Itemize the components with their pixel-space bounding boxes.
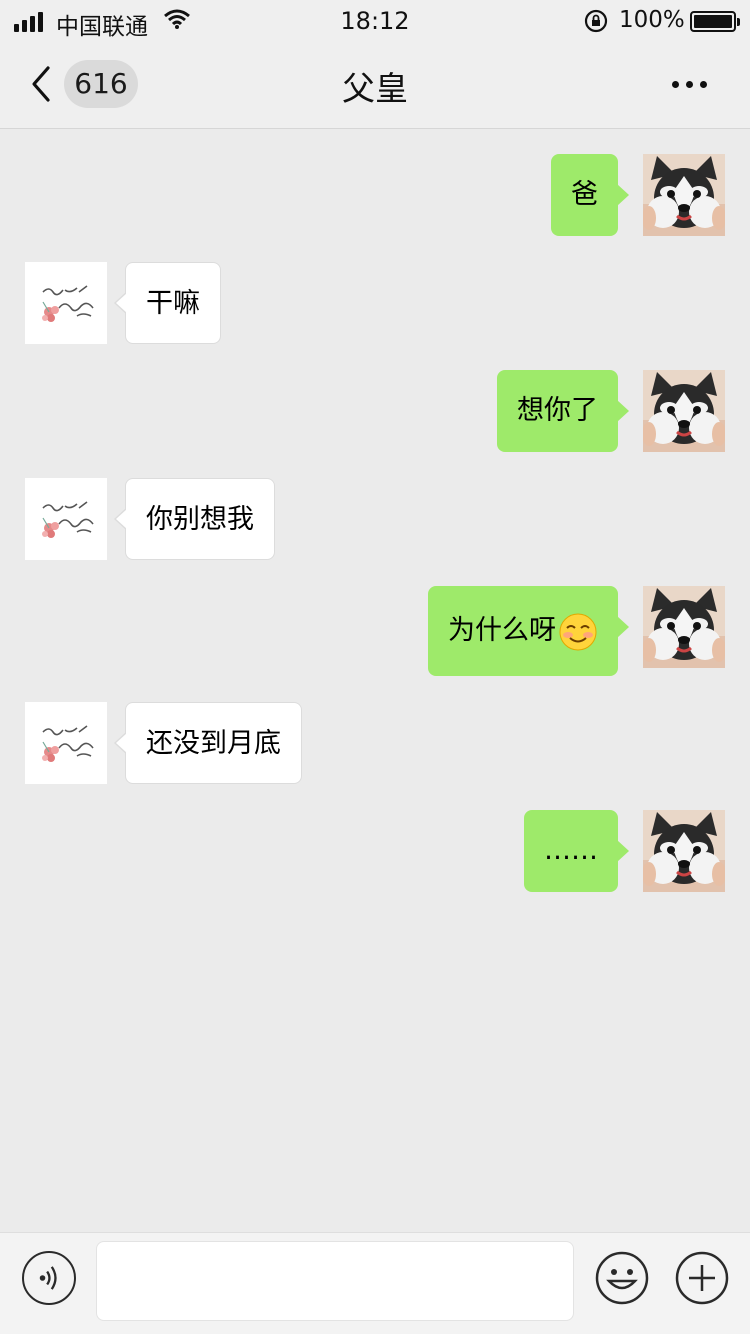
message-text: 还没到月底 <box>146 728 281 759</box>
emoji-picker-icon[interactable] <box>595 1251 649 1305</box>
message-bubble-sent[interactable]: 爸 <box>551 154 629 236</box>
message-text: 你别想我 <box>146 504 254 535</box>
message-text: 为什么呀 <box>448 615 556 646</box>
my-avatar[interactable] <box>643 370 725 452</box>
message-bubble-received[interactable]: 干嘛 <box>114 262 221 344</box>
battery-percentage: 100% <box>619 7 685 33</box>
message-bubble-received[interactable]: 你别想我 <box>114 478 275 560</box>
chat-title: 父皇 <box>342 69 408 108</box>
message-row: 你别想我 <box>0 478 750 560</box>
message-input[interactable] <box>97 1242 573 1320</box>
message-text: 想你了 <box>517 395 598 426</box>
message-row: 还没到月底 <box>0 702 750 784</box>
more-options-icon[interactable] <box>672 76 716 92</box>
battery-icon <box>690 11 740 32</box>
contact-avatar[interactable] <box>25 262 107 344</box>
contact-avatar[interactable] <box>25 702 107 784</box>
message-row: 为什么呀 <box>0 586 750 676</box>
chat-input-bar <box>0 1232 750 1334</box>
message-text: …… <box>544 835 598 866</box>
more-functions-plus-icon[interactable] <box>675 1251 729 1305</box>
chat-header: 616 父皇 <box>0 42 750 129</box>
status-bar: 中国联通 18:12 100% <box>0 0 750 42</box>
message-bubble-sent[interactable]: 为什么呀 <box>428 586 629 676</box>
contact-avatar[interactable] <box>25 478 107 560</box>
smiling-blush-emoji-icon <box>559 613 597 650</box>
message-row: …… <box>0 810 750 892</box>
message-bubble-sent[interactable]: …… <box>524 810 629 892</box>
message-row: 爸 <box>0 154 750 236</box>
my-avatar[interactable] <box>643 810 725 892</box>
message-bubble-sent[interactable]: 想你了 <box>497 370 629 452</box>
rotation-lock-icon <box>584 9 608 33</box>
message-bubble-received[interactable]: 还没到月底 <box>114 702 302 784</box>
my-avatar[interactable] <box>643 586 725 668</box>
voice-input-icon[interactable] <box>22 1251 76 1305</box>
my-avatar[interactable] <box>643 154 725 236</box>
message-text: 爸 <box>571 179 598 210</box>
message-text: 干嘛 <box>146 288 200 319</box>
message-row: 干嘛 <box>0 262 750 344</box>
message-input-field[interactable] <box>96 1241 574 1321</box>
message-row: 想你了 <box>0 370 750 452</box>
